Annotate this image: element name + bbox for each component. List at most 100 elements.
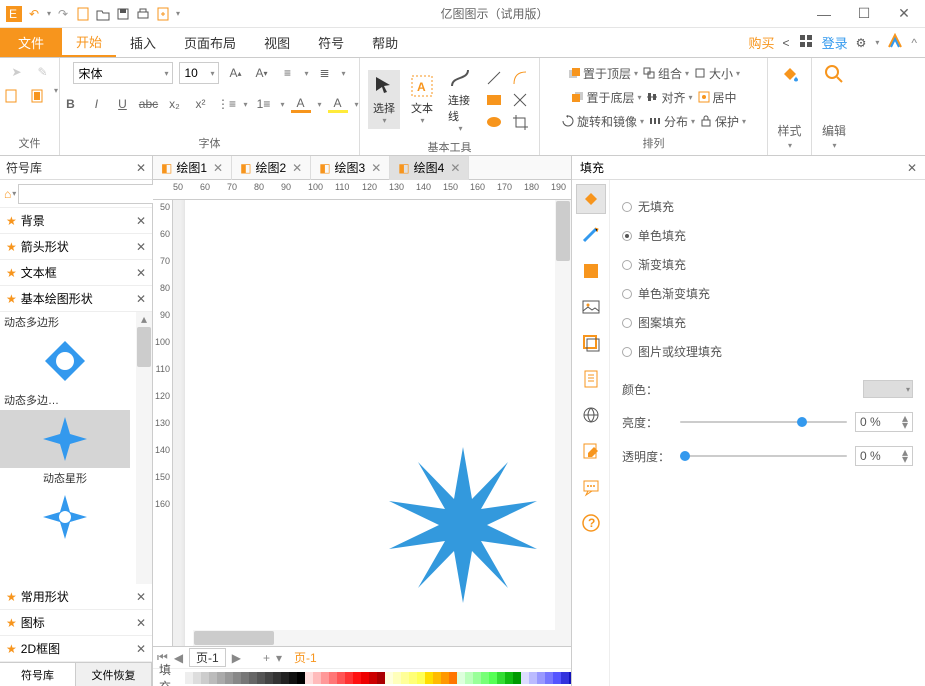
menu-tab-symbol[interactable]: 符号 — [304, 28, 358, 57]
highlight-icon[interactable]: A — [328, 96, 348, 113]
brush-icon[interactable]: ✎ — [33, 62, 53, 82]
group-button[interactable]: 组合▾ — [642, 65, 689, 82]
cloud-icon[interactable] — [798, 33, 814, 52]
canvas-hscrollbar[interactable] — [193, 630, 571, 646]
buy-link[interactable]: 购买 — [749, 33, 775, 52]
increase-font-icon[interactable]: A▴ — [225, 63, 245, 83]
library-scrollbar[interactable]: ▴ — [136, 312, 152, 584]
close-left-panel-icon[interactable]: ✕ — [136, 161, 146, 175]
page-menu-icon[interactable]: ▾ — [276, 651, 282, 665]
redo-icon[interactable]: ↷ — [55, 6, 71, 22]
category-icons[interactable]: ★图标✕ — [0, 610, 152, 636]
undo-dropdown-icon[interactable]: ▾ — [47, 9, 51, 18]
settings-icon[interactable]: ⚙ — [856, 36, 867, 50]
star-shape-on-canvas[interactable] — [383, 445, 543, 605]
underline-button[interactable]: U — [112, 94, 132, 114]
italic-button[interactable]: I — [86, 94, 106, 114]
category-textbox[interactable]: ★文本框✕ — [0, 260, 152, 286]
send-back-button[interactable]: 置于底层▾ — [570, 89, 641, 106]
new-doc-icon[interactable] — [75, 6, 91, 22]
align-menu-icon[interactable]: ≣ — [315, 63, 335, 83]
ellipse-shape-icon[interactable] — [482, 112, 506, 132]
left-tab-recovery[interactable]: 文件恢复 — [76, 663, 152, 686]
line-spacing-icon[interactable]: ≡ — [277, 63, 297, 83]
maximize-button[interactable]: ☐ — [849, 5, 879, 22]
comment-tool-icon[interactable] — [576, 472, 606, 502]
brightness-value[interactable]: 0 %▴▾ — [855, 412, 913, 432]
rect-shape-icon[interactable] — [482, 90, 506, 110]
fill-solid[interactable]: 单色填充 — [622, 221, 913, 250]
close-window-button[interactable]: ✕ — [889, 5, 919, 22]
fill-tool-icon[interactable] — [576, 184, 606, 214]
home-icon[interactable]: ⌂▾ — [4, 184, 16, 204]
settings-dropdown-icon[interactable]: ▾ — [875, 38, 879, 47]
style-bucket-icon[interactable] — [778, 62, 802, 89]
spectrum-icon[interactable] — [887, 33, 903, 52]
decrease-font-icon[interactable]: A▾ — [251, 63, 271, 83]
category-common[interactable]: ★常用形状✕ — [0, 584, 152, 610]
doc-tab-1[interactable]: ◧绘图1✕ — [153, 156, 232, 180]
distribute-button[interactable]: 分布▾ — [648, 113, 695, 130]
shape-polygon[interactable] — [0, 332, 130, 390]
clipboard-icon[interactable] — [1, 86, 21, 106]
menu-tab-view[interactable]: 视图 — [250, 28, 304, 57]
opacity-value[interactable]: 0 %▴▾ — [855, 446, 913, 466]
doc-tab-2[interactable]: ◧绘图2✕ — [232, 156, 311, 180]
share-icon[interactable]: < — [783, 36, 790, 50]
number-list-icon[interactable]: 1≡ — [253, 94, 273, 114]
save-icon[interactable] — [115, 6, 131, 22]
menu-file[interactable]: 文件 — [0, 28, 62, 57]
font-name-select[interactable]: 宋体▾ — [73, 62, 173, 84]
shape-star[interactable] — [0, 410, 130, 468]
category-2d[interactable]: ★2D框图✕ — [0, 636, 152, 662]
canvas-vscrollbar[interactable] — [555, 200, 571, 630]
menu-tab-layout[interactable]: 页面布局 — [170, 28, 250, 57]
color-picker[interactable]: ▾ — [863, 380, 913, 398]
ribbon-group-edit-label[interactable]: 编辑 ▾ — [820, 120, 848, 151]
fill-solid-gradient[interactable]: 单色渐变填充 — [622, 279, 913, 308]
fill-picture[interactable]: 图片或纹理填充 — [622, 337, 913, 366]
edit-search-icon[interactable] — [822, 62, 846, 89]
opacity-slider[interactable] — [680, 455, 847, 457]
print-icon[interactable] — [135, 6, 151, 22]
page-nav-next-icon[interactable]: ▶ — [232, 651, 241, 665]
fill-none[interactable]: 无填充 — [622, 192, 913, 221]
doc-tab-3[interactable]: ◧绘图3✕ — [311, 156, 390, 180]
select-tool[interactable]: 选择 ▾ — [368, 70, 400, 129]
font-size-select[interactable]: 10▾ — [179, 62, 219, 84]
login-link[interactable]: 登录 — [822, 33, 848, 52]
shape-star2[interactable] — [0, 488, 130, 546]
arc-shape-icon[interactable] — [508, 68, 532, 88]
paste-icon[interactable] — [27, 86, 47, 106]
align-button[interactable]: 对齐▾ — [645, 89, 692, 106]
fill-gradient[interactable]: 渐变填充 — [622, 250, 913, 279]
pointer-icon[interactable]: ➤ — [7, 62, 27, 82]
brightness-slider[interactable] — [680, 421, 847, 423]
page-tab-current[interactable]: 页-1 — [288, 649, 323, 666]
left-tab-library[interactable]: 符号库 — [0, 663, 76, 686]
line-shape-icon[interactable] — [482, 68, 506, 88]
fill-pattern[interactable]: 图案填充 — [622, 308, 913, 337]
category-background[interactable]: ★背景✕ — [0, 208, 152, 234]
minimize-button[interactable]: — — [809, 6, 839, 22]
protect-button[interactable]: 保护▾ — [699, 113, 746, 130]
category-arrows[interactable]: ★箭头形状✕ — [0, 234, 152, 260]
add-page-icon[interactable]: + — [263, 651, 270, 665]
bullet-list-icon[interactable]: ⋮≡ — [216, 94, 236, 114]
menu-tab-start[interactable]: 开始 — [62, 28, 116, 57]
edit-tool-icon[interactable] — [576, 436, 606, 466]
menu-tab-help[interactable]: 帮助 — [358, 28, 412, 57]
menu-tab-insert[interactable]: 插入 — [116, 28, 170, 57]
crop-shape-icon[interactable] — [508, 112, 532, 132]
strikethrough-button[interactable]: abc — [138, 94, 158, 114]
doc-tab-4[interactable]: ◧绘图4✕ — [390, 156, 469, 180]
text-shape-icon[interactable] — [508, 90, 532, 110]
subscript-button[interactable]: x₂ — [164, 94, 184, 114]
open-icon[interactable] — [95, 6, 111, 22]
text-tool[interactable]: A 文本 ▾ — [406, 70, 438, 129]
color-palette[interactable] — [177, 672, 571, 684]
page-tab-1[interactable]: 页-1 — [189, 648, 226, 667]
canvas[interactable] — [173, 200, 571, 646]
help-tool-icon[interactable]: ? — [576, 508, 606, 538]
category-basic-shapes[interactable]: ★基本绘图形状✕ — [0, 286, 152, 312]
